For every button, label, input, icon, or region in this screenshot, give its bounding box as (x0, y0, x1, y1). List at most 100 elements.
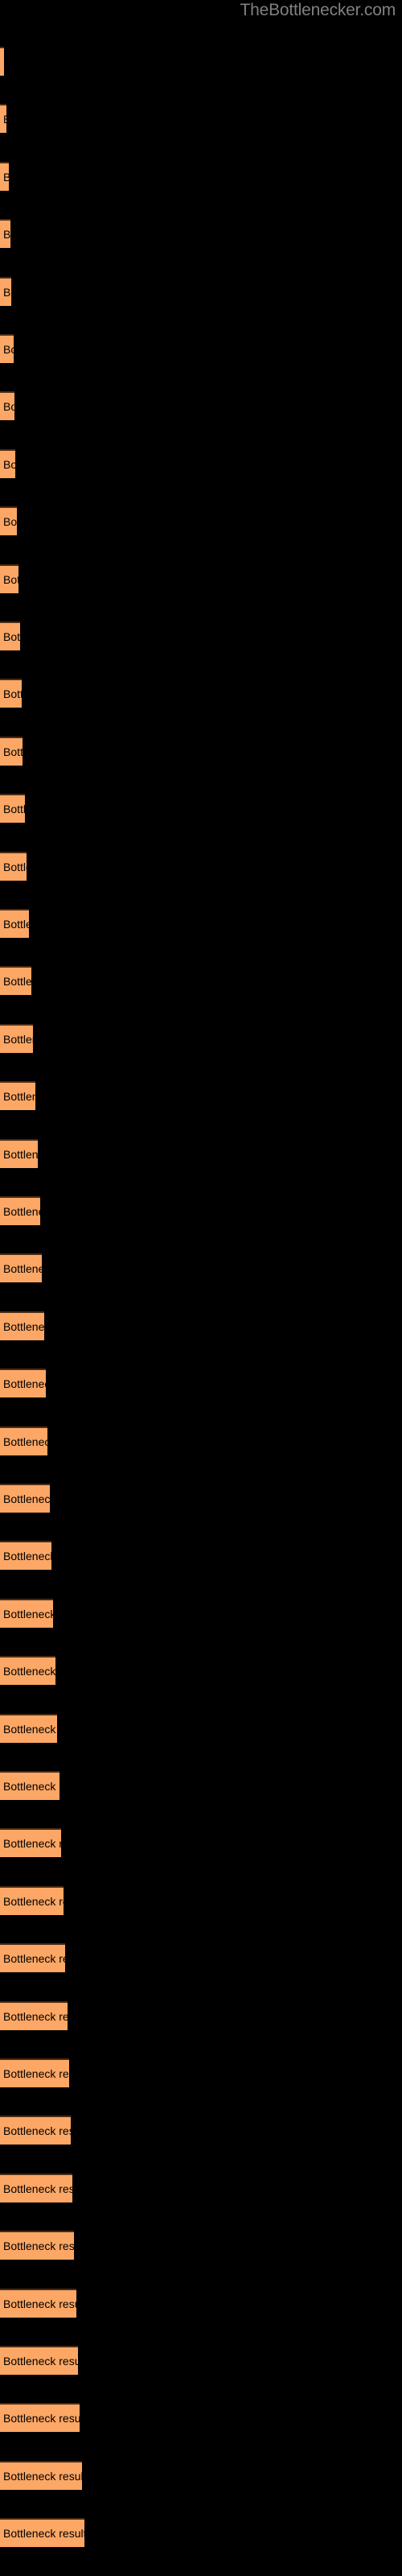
bar-rect[interactable] (0, 1828, 61, 1857)
bar-row: Bottleneck result (0, 2461, 402, 2490)
bar-rect[interactable] (0, 564, 18, 593)
bar-row: Bottleneck result (0, 1771, 402, 1800)
bar-clip: Bottleneck result (0, 334, 14, 363)
bar-row: Bottleneck result (0, 1886, 402, 1915)
bar-rect[interactable] (0, 1139, 38, 1168)
bar-row: Bottleneck result (0, 1714, 402, 1743)
bar-clip: Bottleneck result (0, 47, 4, 76)
bar-rect[interactable] (0, 334, 14, 363)
bar-rect[interactable] (0, 966, 31, 995)
bar-rect[interactable] (0, 219, 10, 248)
bar-rect[interactable] (0, 2058, 69, 2087)
bar-row: Bottleneck result (0, 852, 402, 881)
bar-rect[interactable] (0, 277, 11, 306)
bar-rect[interactable] (0, 1253, 42, 1282)
bar-clip: Bottleneck result (0, 449, 15, 478)
bar-rect[interactable] (0, 162, 9, 191)
bar-clip: Bottleneck result (0, 1196, 40, 1225)
bar-rect[interactable] (0, 506, 17, 535)
bar-rect[interactable] (0, 2231, 74, 2260)
bar-clip: Bottleneck result (0, 966, 31, 995)
bar-row: Bottleneck result (0, 909, 402, 938)
bar-rect[interactable] (0, 2116, 71, 2145)
bar-row: Bottleneck result (0, 1196, 402, 1225)
bar-rect[interactable] (0, 852, 27, 881)
bar-row: Bottleneck result (0, 2403, 402, 2432)
bar-clip: Bottleneck result (0, 2403, 80, 2432)
bar-clip: Bottleneck result (0, 2461, 82, 2490)
bar-rect[interactable] (0, 449, 15, 478)
bar-row: Bottleneck result (0, 2001, 402, 2030)
bar-rect[interactable] (0, 1541, 51, 1570)
bar-rect[interactable] (0, 737, 23, 766)
bar-rect[interactable] (0, 2289, 76, 2318)
bar-rect[interactable] (0, 1714, 57, 1743)
bar-clip: Bottleneck result (0, 852, 27, 881)
bar-row: Bottleneck result (0, 449, 402, 478)
bar-clip: Bottleneck result (0, 679, 22, 708)
bars-container: Bottleneck result Bottleneck result Bottle… (0, 0, 402, 2576)
bar-row: Bottleneck result (0, 2289, 402, 2318)
bar-row: Bottleneck result (0, 1139, 402, 1168)
bar-rect[interactable] (0, 621, 20, 650)
bar-row: Bottleneck result (0, 2346, 402, 2375)
bar-rect[interactable] (0, 909, 29, 938)
bar-row: Bottleneck result (0, 1828, 402, 1857)
bar-row: Bottleneck result (0, 104, 402, 133)
bar-row: Bottleneck result (0, 2518, 402, 2547)
bar-rect[interactable] (0, 2461, 82, 2490)
bar-rect[interactable] (0, 1656, 55, 1685)
bar-row: Bottleneck result (0, 2058, 402, 2087)
bar-rect[interactable] (0, 1368, 46, 1397)
bar-row: Bottleneck result (0, 966, 402, 995)
bar-clip: Bottleneck result (0, 1656, 55, 1685)
bar-clip: Bottleneck result (0, 794, 25, 823)
bar-row: Bottleneck result (0, 737, 402, 766)
bar-clip: Bottleneck result (0, 2174, 72, 2202)
bar-rect[interactable] (0, 2346, 78, 2375)
bar-rect[interactable] (0, 1081, 35, 1110)
bar-rect[interactable] (0, 2001, 68, 2030)
bar-rect[interactable] (0, 679, 22, 708)
bar-rect[interactable] (0, 104, 6, 133)
bar-row: Bottleneck result (0, 1484, 402, 1513)
bar-clip: Bottleneck result (0, 2518, 84, 2547)
bar-chart: TheBottlenecker.com Bottleneck resultBot… (0, 0, 402, 2576)
bar-rect[interactable] (0, 2174, 72, 2202)
bar-clip: Bottleneck result (0, 104, 6, 133)
bar-rect[interactable] (0, 1943, 65, 1972)
bar-clip: Bottleneck result (0, 1484, 50, 1513)
bar-rect[interactable] (0, 1599, 53, 1628)
bar-clip: Bottleneck result (0, 1081, 35, 1110)
bar-row: Bottleneck result (0, 1081, 402, 1110)
bar-rect[interactable] (0, 47, 4, 76)
bar-row: Bottleneck result (0, 1024, 402, 1053)
bar-rect[interactable] (0, 1771, 59, 1800)
bar-clip: Bottleneck result (0, 391, 14, 420)
bar-rect[interactable] (0, 1426, 47, 1455)
bar-rect[interactable] (0, 391, 14, 420)
bar-clip: Bottleneck result (0, 2116, 71, 2145)
bar-rect[interactable] (0, 2518, 84, 2547)
bar-rect[interactable] (0, 1196, 40, 1225)
bar-clip: Bottleneck result (0, 1828, 61, 1857)
bar-clip: Bottleneck result (0, 1943, 65, 1972)
bar-rect[interactable] (0, 1484, 50, 1513)
bar-row: Bottleneck result (0, 1541, 402, 1570)
bar-clip: Bottleneck result (0, 1886, 64, 1915)
bar-rect[interactable] (0, 794, 25, 823)
bar-rect[interactable] (0, 2403, 80, 2432)
bar-row: Bottleneck result (0, 621, 402, 650)
bar-clip: Bottleneck result (0, 1139, 38, 1168)
bar-row: Bottleneck result (0, 277, 402, 306)
bar-rect[interactable] (0, 1311, 44, 1340)
bar-row: Bottleneck result (0, 564, 402, 593)
bar-clip: Bottleneck result (0, 1426, 47, 1455)
bar-rect[interactable] (0, 1886, 64, 1915)
bar-clip: Bottleneck result (0, 1024, 33, 1053)
bar-rect[interactable] (0, 1024, 33, 1053)
bar-clip: Bottleneck result (0, 2346, 78, 2375)
bar-clip: Bottleneck result (0, 2231, 74, 2260)
bar-row: Bottleneck result (0, 2231, 402, 2260)
bar-row: Bottleneck result (0, 162, 402, 191)
